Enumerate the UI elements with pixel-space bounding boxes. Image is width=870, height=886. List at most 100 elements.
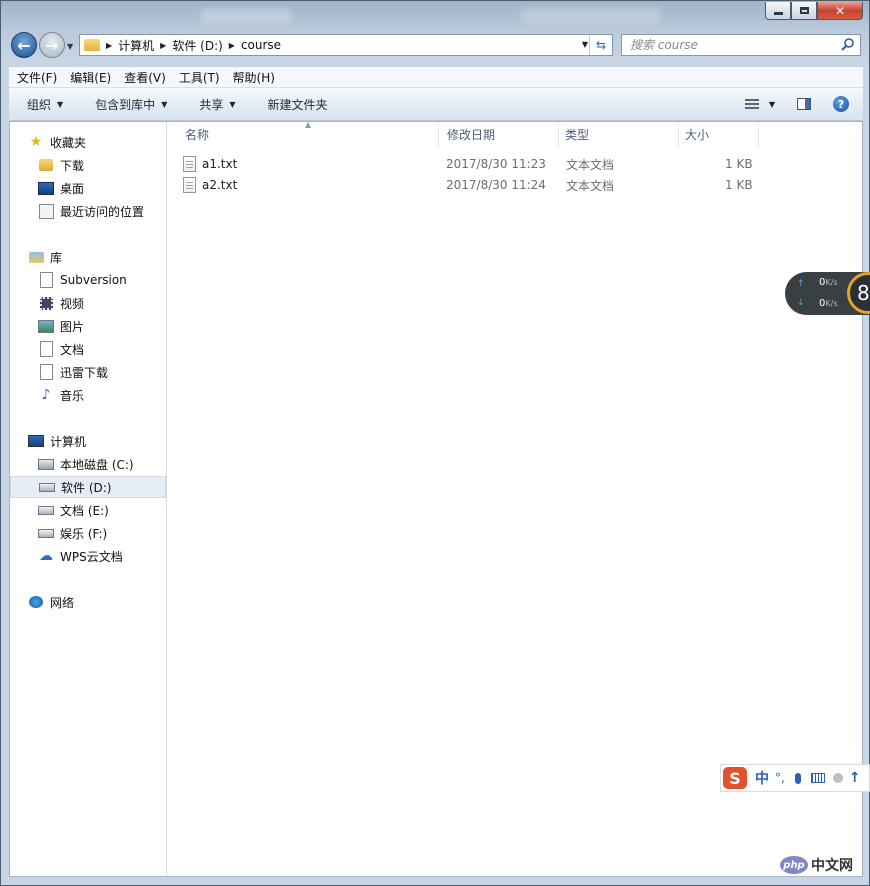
address-dropdown-icon[interactable]: ▼	[582, 40, 588, 49]
maximize-button[interactable]	[791, 2, 817, 20]
toolbar-right: ▼ ?	[744, 88, 863, 120]
nav-downloads[interactable]: 下载	[10, 154, 166, 176]
network-speed-widget[interactable]: ↑ 0K/s ↓ 0K/s 8	[785, 272, 870, 315]
search-box	[621, 34, 861, 56]
file-name: a1.txt	[202, 157, 238, 171]
help-icon[interactable]: ?	[833, 96, 849, 112]
nav-label: 娱乐 (F:)	[60, 526, 108, 541]
menu-tools[interactable]: 工具(T)	[171, 69, 225, 86]
drive-icon	[38, 502, 54, 518]
nav-pictures[interactable]: 图片	[10, 315, 166, 337]
ime-toolbar[interactable]: S 中 °, ↑	[720, 764, 870, 792]
nav-drive-e[interactable]: 文档 (E:)	[10, 499, 166, 521]
new-folder-label: 新建文件夹	[267, 97, 328, 112]
download-speed: 0K/s	[819, 298, 838, 309]
skin-arrow-icon[interactable]: ↑	[849, 770, 861, 786]
arrow-left-icon: ←	[17, 35, 31, 55]
refresh-button[interactable]: ⇆	[589, 35, 612, 55]
star-icon: ★	[29, 134, 43, 150]
file-row[interactable]: a2.txt 2017/8/30 11:24 文本文档 1 KB	[179, 174, 759, 196]
nav-subversion[interactable]: Subversion	[10, 269, 166, 291]
computer-icon	[28, 433, 44, 449]
nav-music[interactable]: ♪ 音乐	[10, 384, 166, 406]
column-header-modified[interactable]: 修改日期	[439, 122, 559, 147]
document-icon	[38, 341, 54, 357]
microphone-icon[interactable]	[794, 772, 801, 784]
sogou-logo-icon: S	[723, 767, 747, 789]
include-in-library-button[interactable]: 包含到库中 ▼	[77, 96, 181, 113]
document-library-icon	[38, 364, 54, 380]
breadcrumb-separator-icon[interactable]: ▶	[229, 41, 235, 50]
menu-view[interactable]: 查看(V)	[116, 69, 171, 86]
new-folder-button[interactable]: 新建文件夹	[250, 96, 342, 113]
text-file-icon	[183, 156, 196, 172]
nav-label: 迅雷下载	[60, 365, 109, 380]
view-options-button[interactable]: ▼	[744, 99, 775, 109]
search-icon[interactable]	[840, 37, 856, 53]
file-type: 文本文档	[566, 157, 615, 172]
search-input[interactable]	[628, 37, 842, 53]
breadcrumb-separator-icon[interactable]: ▶	[160, 41, 166, 50]
explorer-window: ✕ ← → ▼ ▶ 计算机 ▶ 软件 (D:) ▶ course ▼ ⇆ 搜索 …	[0, 0, 870, 886]
maximize-icon	[799, 7, 809, 14]
command-bar: 组织 ▼ 包含到库中 ▼ 共享 ▼ 新建文件夹 ▼ ?	[9, 88, 863, 121]
organize-button[interactable]: 组织 ▼	[9, 96, 77, 113]
nav-computer[interactable]: 计算机	[10, 430, 166, 452]
menu-file[interactable]: 文件(F)	[9, 69, 62, 86]
share-button[interactable]: 共享 ▼	[181, 96, 249, 113]
drive-icon	[38, 525, 54, 541]
file-row[interactable]: a1.txt 2017/8/30 11:23 文本文档 1 KB	[179, 153, 759, 175]
nav-network[interactable]: 网络	[10, 591, 166, 613]
nav-label: WPS云文档	[60, 549, 123, 564]
file-size: 1 KB	[725, 157, 753, 171]
preview-pane-icon[interactable]	[797, 98, 811, 110]
forward-button[interactable]: →	[39, 32, 65, 58]
nav-drive-d[interactable]: 软件 (D:)	[10, 476, 166, 498]
nav-label: 图片	[60, 319, 85, 334]
back-button[interactable]: ←	[11, 32, 37, 58]
breadcrumb-drive-d[interactable]: 软件 (D:)	[172, 37, 222, 54]
minimize-icon	[773, 12, 783, 15]
nav-desktop[interactable]: 桌面	[10, 177, 166, 199]
ime-punctuation-mode[interactable]: °,	[775, 771, 785, 785]
minimize-button[interactable]	[765, 2, 791, 20]
nav-drive-c[interactable]: 本地磁盘 (C:)	[10, 453, 166, 475]
breadcrumb-course[interactable]: course	[241, 38, 281, 52]
nav-xunlei-downloads[interactable]: 迅雷下载	[10, 361, 166, 383]
caret-down-icon: ▼	[229, 99, 236, 109]
view-list-icon	[744, 99, 759, 109]
nav-recent-places[interactable]: 最近访问的位置	[10, 200, 166, 222]
close-button[interactable]: ✕	[817, 2, 863, 20]
recent-pages-dropdown[interactable]: ▼	[67, 42, 73, 51]
breadcrumb-computer[interactable]: 计算机	[118, 37, 154, 54]
title-bar: ✕	[1, 1, 869, 29]
nav-documents[interactable]: 文档	[10, 338, 166, 360]
column-name-label: 名称	[185, 128, 210, 142]
nav-libraries[interactable]: 库	[10, 246, 166, 268]
nav-label: 视频	[60, 296, 85, 311]
system-drive-icon	[38, 456, 54, 472]
drive-icon	[39, 479, 55, 495]
keyboard-icon[interactable]	[810, 773, 825, 783]
address-bar[interactable]: ▶ 计算机 ▶ 软件 (D:) ▶ course ▼ ⇆	[79, 34, 613, 56]
nav-wps-cloud[interactable]: ☁ WPS云文档	[10, 545, 166, 567]
column-header-size[interactable]: 大小	[679, 122, 759, 147]
nav-drive-f[interactable]: 娱乐 (F:)	[10, 522, 166, 544]
window-controls: ✕	[765, 2, 863, 20]
picture-icon	[38, 318, 54, 334]
file-list: 名称 ▲ 修改日期 类型 大小 a1.txt 2017/8/30 11:23 文…	[167, 120, 862, 876]
column-header-name[interactable]: 名称 ▲	[167, 120, 439, 147]
watermark-text: 中文网	[811, 858, 853, 874]
menu-edit[interactable]: 编辑(E)	[62, 69, 116, 86]
breadcrumb-separator-icon[interactable]: ▶	[106, 41, 112, 50]
ime-language-mode[interactable]: 中	[755, 768, 769, 788]
libraries-icon	[28, 249, 44, 265]
menu-help[interactable]: 帮助(H)	[225, 69, 280, 86]
nav-videos[interactable]: 视频	[10, 292, 166, 314]
speed-badge: 8	[847, 272, 870, 314]
cloud-icon: ☁	[39, 548, 53, 564]
nav-favorites[interactable]: ★ 收藏夹	[10, 131, 166, 153]
column-header-type[interactable]: 类型	[559, 122, 679, 147]
user-icon[interactable]	[832, 773, 843, 783]
recent-places-icon	[38, 203, 54, 219]
